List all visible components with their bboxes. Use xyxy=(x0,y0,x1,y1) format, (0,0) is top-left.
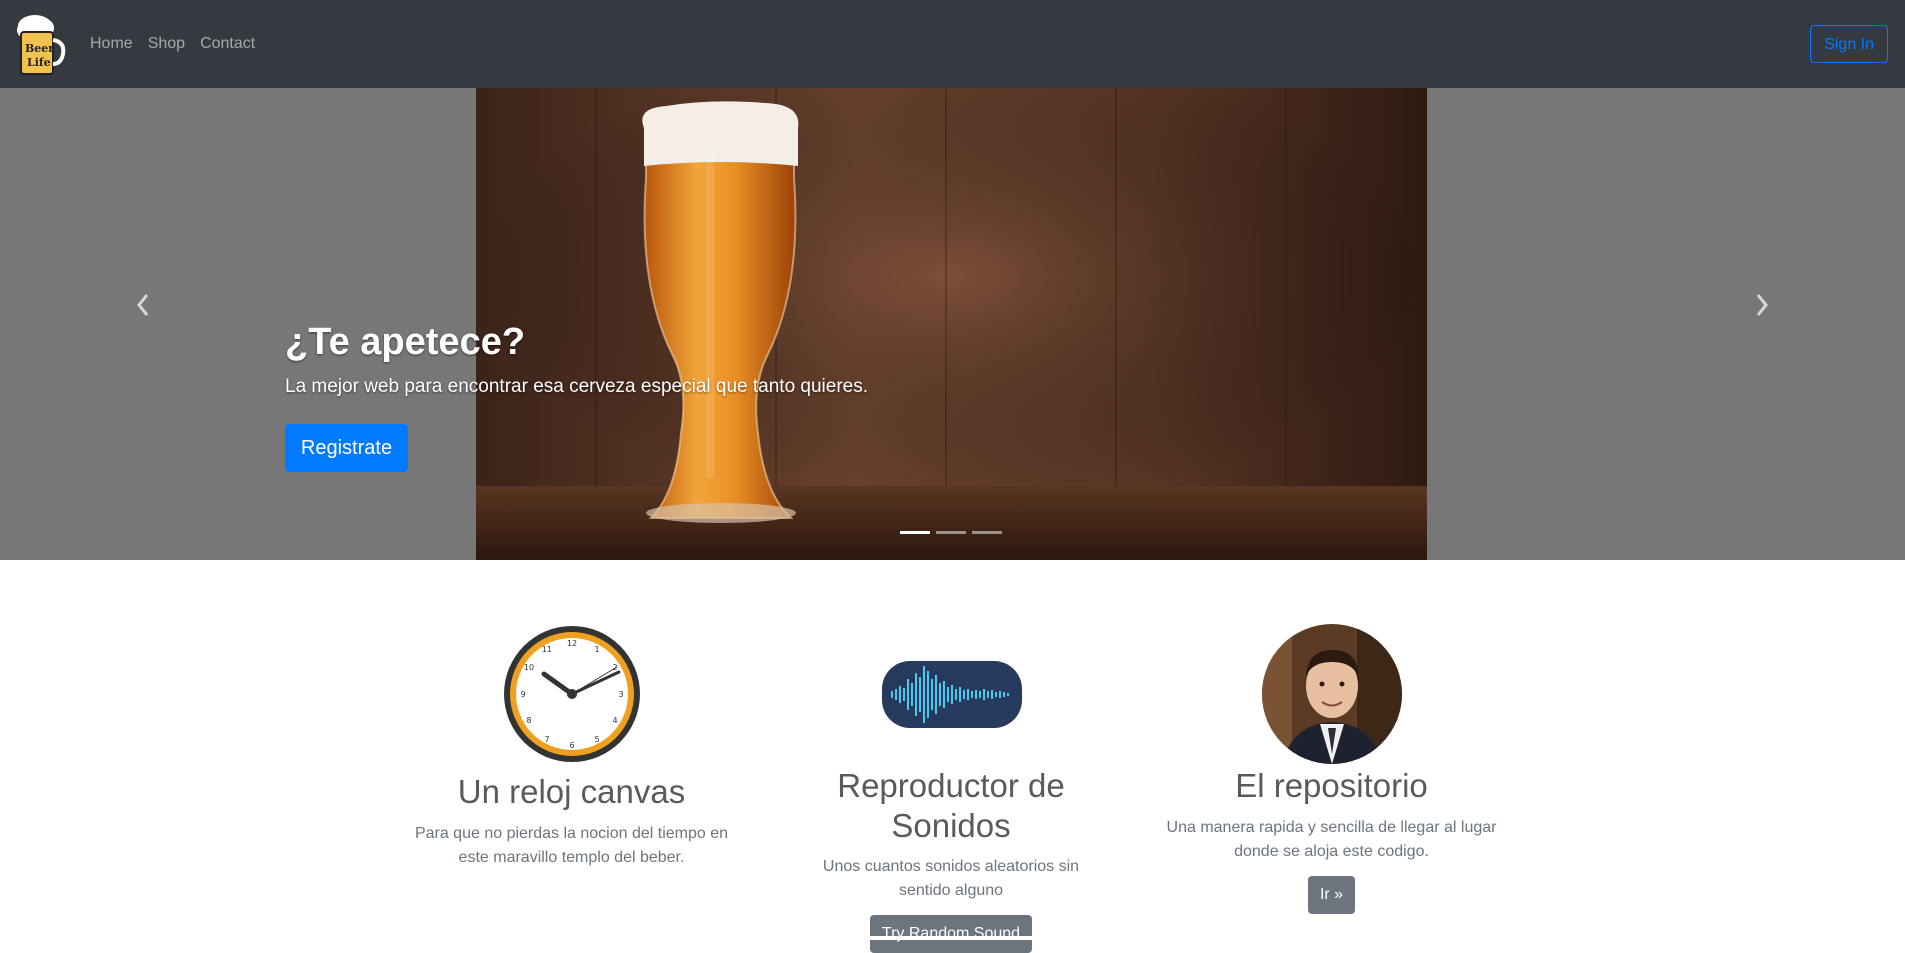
try-random-sound-button[interactable]: Try Random Sound xyxy=(869,915,1033,953)
feature-clock-title: Un reloj canvas xyxy=(457,773,686,810)
nav-link-shop[interactable]: Shop xyxy=(148,35,185,53)
nav-link-contact[interactable]: Contact xyxy=(200,35,255,53)
carousel-prev-control[interactable] xyxy=(0,88,285,560)
svg-text:Life: Life xyxy=(27,56,51,69)
carousel-title: ¿Te apetece? xyxy=(285,321,526,363)
carousel-caption: ¿Te apetece? La mejor web para encontrar… xyxy=(285,320,868,398)
avatar[interactable] xyxy=(1262,624,1402,764)
hero-carousel: ¿Te apetece? La mejor web para encontrar… xyxy=(0,88,1905,560)
feature-repo-title: El repositorio xyxy=(1235,767,1428,804)
nav-link-home[interactable]: Home xyxy=(90,35,133,53)
feature-sound-title: Reproductor de Sonidos xyxy=(837,767,1065,844)
svg-text:7: 7 xyxy=(544,735,549,744)
carousel-indicator-2[interactable] xyxy=(936,531,966,534)
svg-text:12: 12 xyxy=(567,639,577,648)
feature-repo: El repositorio Una manera rapida y senci… xyxy=(1160,766,1503,914)
svg-text:5: 5 xyxy=(594,735,599,744)
svg-text:6: 6 xyxy=(569,741,574,750)
chevron-right-icon xyxy=(1756,294,1768,316)
nav-links: Home Shop Contact xyxy=(90,0,255,88)
svg-text:11: 11 xyxy=(542,645,552,654)
sign-in-button[interactable]: Sign In xyxy=(1810,25,1888,63)
feature-sound: Reproductor de Sonidos Unos cuantos soni… xyxy=(776,766,1126,953)
svg-text:8: 8 xyxy=(526,716,531,725)
clock-icon: 12 1 2 345 678 9 10 11 xyxy=(502,624,642,764)
svg-text:3: 3 xyxy=(618,690,623,699)
feature-clock: Un reloj canvas Para que no pierdas la n… xyxy=(405,772,738,870)
svg-text:10: 10 xyxy=(524,663,534,672)
page-bottom-edge xyxy=(0,936,1905,940)
feature-sound-text: Unos cuantos sonidos aleatorios sin sent… xyxy=(822,858,1080,900)
carousel-indicator-3[interactable] xyxy=(972,531,1002,534)
carousel-subtitle: La mejor web para encontrar esa cerveza … xyxy=(285,375,869,397)
repo-go-button[interactable]: Ir » xyxy=(1307,875,1356,914)
register-button[interactable]: Registrate xyxy=(285,424,408,472)
svg-text:9: 9 xyxy=(520,690,525,699)
carousel-next-control[interactable] xyxy=(1620,88,1905,560)
feature-clock-text: Para que no pierdas la nocion del tiempo… xyxy=(414,824,729,866)
carousel-indicator-1[interactable] xyxy=(900,531,930,534)
chevron-left-icon xyxy=(137,294,149,316)
svg-text:Beer: Beer xyxy=(25,42,54,55)
beer-mug-logo-icon[interactable]: Beer Life xyxy=(15,12,67,76)
svg-text:4: 4 xyxy=(612,716,617,725)
soundwave-icon xyxy=(882,661,1022,728)
svg-text:1: 1 xyxy=(594,645,599,654)
feature-repo-text: Una manera rapida y sencilla de llegar a… xyxy=(1166,818,1497,860)
carousel-indicators xyxy=(900,531,1002,534)
navbar: Beer Life Home Shop Contact Sign In xyxy=(0,0,1905,88)
